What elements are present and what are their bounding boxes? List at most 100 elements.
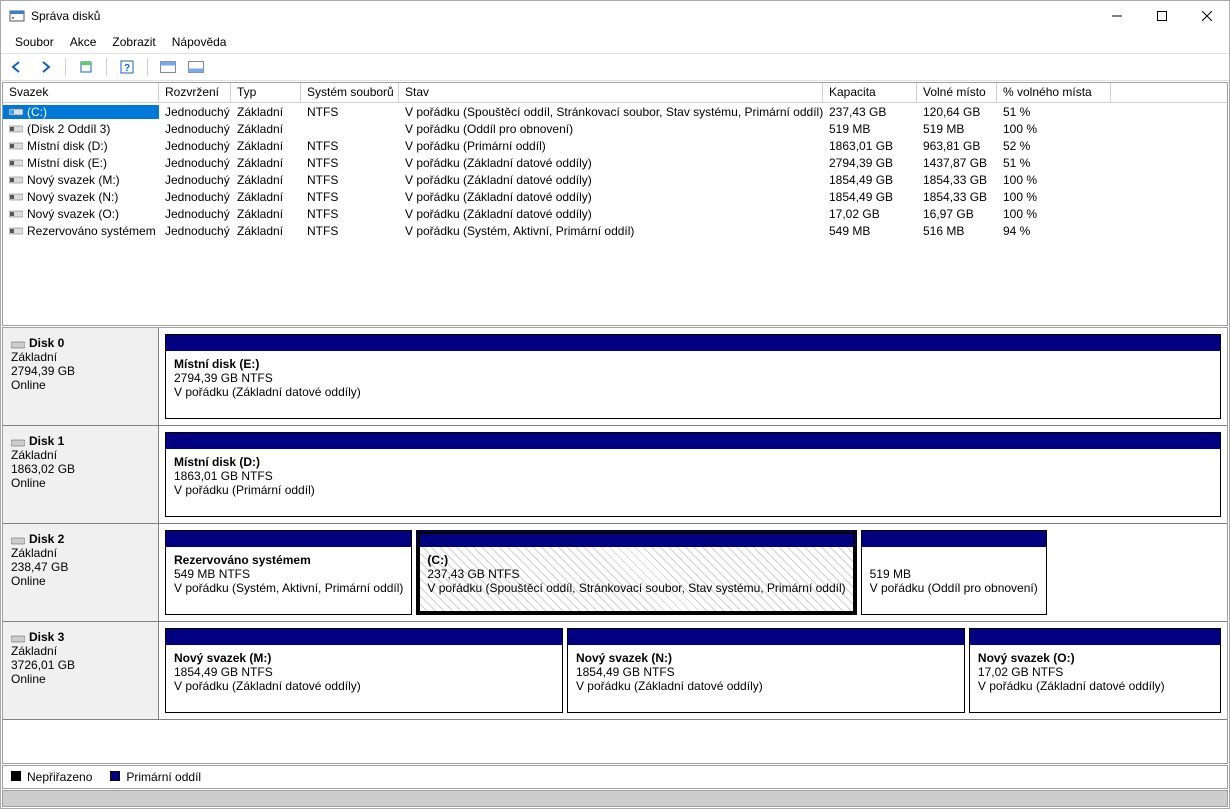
menu-view[interactable]: Zobrazit [104,33,163,51]
legend-unallocated: Nepřiřazeno [11,770,92,784]
forward-button[interactable] [35,57,55,77]
menu-help[interactable]: Nápověda [164,33,235,51]
partition[interactable]: (C:)237,43 GB NTFSV pořádku (Spouštěcí o… [416,530,856,615]
toolbar: ? [1,53,1229,81]
close-button[interactable] [1184,1,1229,31]
partition-size: 17,02 GB NTFS [978,665,1212,679]
toolbar-separator [65,58,66,76]
disk-row: Disk 2Základní238,47 GBOnlineRezervováno… [3,524,1227,622]
legend-primary: Primární oddíl [110,770,201,784]
volume-type: Základní [231,190,301,204]
volume-status: V pořádku (Systém, Aktivní, Primární odd… [399,224,823,238]
volume-name: Místní disk (D:) [3,139,159,153]
volume-layout: Jednoduchý [159,173,231,187]
col-type[interactable]: Typ [231,83,301,102]
scrollbar-thumb[interactable] [3,791,1227,806]
partition-body: Nový svazek (M:)1854,49 GB NTFSV pořádku… [166,645,562,712]
partition-name: Místní disk (D:) [174,455,1212,469]
toolbar-separator [106,58,107,76]
disk-row: Disk 0Základní2794,39 GBOnlineMístní dis… [3,328,1227,426]
volume-row[interactable]: Místní disk (D:)JednoduchýZákladníNTFSV … [3,137,1227,154]
partition[interactable]: Místní disk (E:)2794,39 GB NTFSV pořádku… [165,334,1221,419]
col-fs[interactable]: Systém souborů [301,83,399,102]
menu-bar: Soubor Akce Zobrazit Nápověda [1,31,1229,53]
volume-row[interactable]: (C:)JednoduchýZákladníNTFSV pořádku (Spo… [3,103,1227,120]
partition[interactable]: Nový svazek (M:)1854,49 GB NTFSV pořádku… [165,628,563,713]
menu-action[interactable]: Akce [62,33,105,51]
partition-size: 549 MB NTFS [174,567,403,581]
volume-name: Nový svazek (N:) [3,190,159,204]
col-pct[interactable]: % volného místa [997,83,1111,102]
disk-size: 2794,39 GB [11,364,150,378]
volume-layout: Jednoduchý [159,139,231,153]
partition[interactable]: Rezervováno systémem549 MB NTFSV pořádku… [165,530,412,615]
window-title: Správa disků [31,9,1094,23]
partition-bar [166,335,1220,351]
volume-row[interactable]: Místní disk (E:)JednoduchýZákladníNTFSV … [3,154,1227,171]
volume-row[interactable]: Nový svazek (O:)JednoduchýZákladníNTFSV … [3,205,1227,222]
partition-name: (C:) [427,553,845,567]
volume-row[interactable]: Nový svazek (M:)JednoduchýZákladníNTFSV … [3,171,1227,188]
partition-status: V pořádku (Oddíl pro obnovení) [870,581,1038,595]
disk-state: Online [11,672,150,686]
disk-row: Disk 1Základní1863,02 GBOnlineMístní dis… [3,426,1227,524]
volume-type: Základní [231,207,301,221]
col-volume[interactable]: Svazek [3,83,159,102]
disk-type: Základní [11,644,150,658]
partition[interactable]: Místní disk (D:)1863,01 GB NTFSV pořádku… [165,432,1221,517]
col-status[interactable]: Stav [399,83,823,102]
help-button[interactable]: ? [117,57,137,77]
partition-bar [166,433,1220,449]
volume-pct: 100 % [997,190,1111,204]
window-buttons [1094,1,1229,31]
view-bottom-button[interactable] [186,57,206,77]
volume-row[interactable]: Rezervováno systémemJednoduchýZákladníNT… [3,222,1227,239]
partition-status: V pořádku (Základní datové oddíly) [174,679,554,693]
partition-name: Rezervováno systémem [174,553,403,567]
back-button[interactable] [7,57,27,77]
volume-type: Základní [231,224,301,238]
volume-pct: 94 % [997,224,1111,238]
disk-state: Online [11,574,150,588]
partition[interactable]: Nový svazek (O:)17,02 GB NTFSV pořádku (… [969,628,1221,713]
partition-bar [970,629,1220,645]
partition[interactable]: 519 MBV pořádku (Oddíl pro obnovení) [861,530,1047,615]
swatch-black [11,771,21,781]
menu-file[interactable]: Soubor [7,33,62,51]
refresh-button[interactable] [76,57,96,77]
partition-bar [166,629,562,645]
horizontal-scrollbar[interactable] [2,790,1228,807]
disk-size: 238,47 GB [11,560,150,574]
disk-header[interactable]: Disk 2Základní238,47 GBOnline [3,524,159,621]
swatch-navy [110,771,120,781]
volume-row[interactable]: Nový svazek (N:)JednoduchýZákladníNTFSV … [3,188,1227,205]
partition-size: 2794,39 GB NTFS [174,371,1212,385]
disk-graphical-view[interactable]: Disk 0Základní2794,39 GBOnlineMístní dis… [2,327,1228,764]
view-top-button[interactable] [158,57,178,77]
partition-body: Místní disk (D:)1863,01 GB NTFSV pořádku… [166,449,1220,516]
disk-header[interactable]: Disk 0Základní2794,39 GBOnline [3,328,159,425]
volume-capacity: 519 MB [823,122,917,136]
col-free[interactable]: Volné místo [917,83,997,102]
volume-fs: NTFS [301,224,399,238]
col-capacity[interactable]: Kapacita [823,83,917,102]
volume-fs: NTFS [301,207,399,221]
volume-status: V pořádku (Základní datové oddíly) [399,156,823,170]
volume-capacity: 549 MB [823,224,917,238]
maximize-button[interactable] [1139,1,1184,31]
svg-text:?: ? [124,63,130,74]
disk-header[interactable]: Disk 3Základní3726,01 GBOnline [3,622,159,719]
volume-row[interactable]: (Disk 2 Oddíl 3)JednoduchýZákladníV pořá… [3,120,1227,137]
volume-list-body[interactable]: (C:)JednoduchýZákladníNTFSV pořádku (Spo… [3,103,1227,325]
volume-layout: Jednoduchý [159,190,231,204]
volume-fs: NTFS [301,156,399,170]
col-layout[interactable]: Rozvržení [159,83,231,102]
volume-pct: 52 % [997,139,1111,153]
disk-size: 3726,01 GB [11,658,150,672]
disk-header[interactable]: Disk 1Základní1863,02 GBOnline [3,426,159,523]
volume-status: V pořádku (Základní datové oddíly) [399,207,823,221]
partition-size: 1863,01 GB NTFS [174,469,1212,483]
minimize-button[interactable] [1094,1,1139,31]
volume-free: 516 MB [917,224,997,238]
partition[interactable]: Nový svazek (N:)1854,49 GB NTFSV pořádku… [567,628,965,713]
